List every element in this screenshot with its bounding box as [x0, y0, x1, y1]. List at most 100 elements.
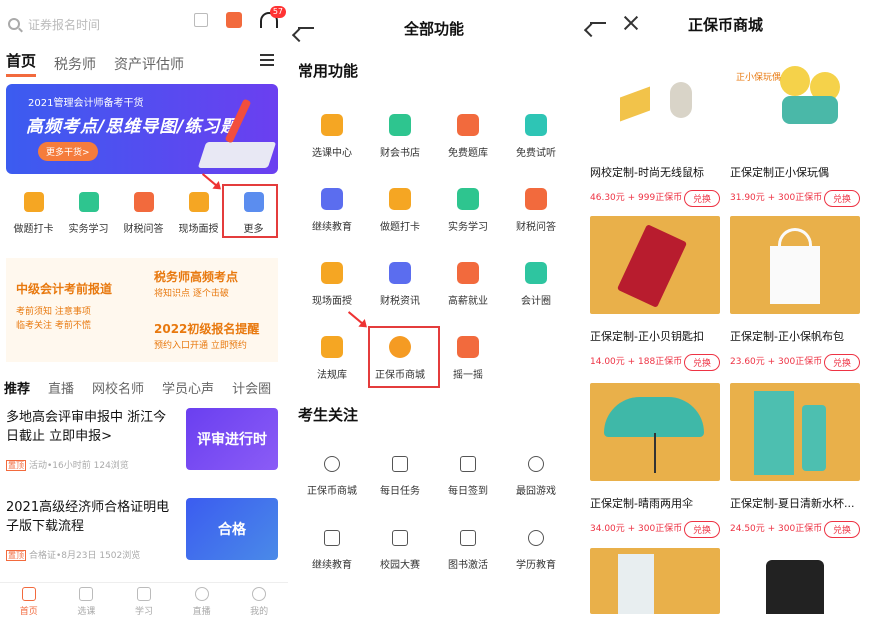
product-card[interactable]: [730, 548, 860, 614]
func-bookstore[interactable]: 财会书店: [366, 104, 434, 178]
nav-live[interactable]: 直播: [178, 583, 226, 620]
nav-home[interactable]: 首页: [5, 583, 53, 620]
product-card[interactable]: 正保定制-正小贝钥匙扣 14.00元 + 188正保币 兑换: [590, 216, 720, 371]
func-jobs[interactable]: 高薪就业: [434, 252, 502, 326]
func-free-trial[interactable]: 免费试听: [502, 104, 570, 178]
quick-item-study[interactable]: 实务学习: [61, 188, 116, 235]
feed-tab-teachers[interactable]: 网校名师: [92, 378, 144, 397]
product-image: 正小保玩偶: [730, 52, 860, 150]
highlight-more: [222, 184, 278, 238]
chat-icon: [133, 192, 154, 212]
product-card[interactable]: 网校定制-时尚无线鼠标 46.30元 + 999正保币 兑换: [590, 52, 720, 207]
mall-screen: 正保币商城 网校定制-时尚无线鼠标 46.30元 + 999正保币 兑换 正小保…: [580, 0, 871, 620]
pointer-arrow-icon: [201, 173, 221, 189]
trophy-icon: [392, 530, 408, 546]
attn-game[interactable]: 最囧游戏: [502, 440, 570, 514]
exchange-button[interactable]: 兑换: [683, 354, 720, 371]
quick-item-practice[interactable]: 做题打卡: [6, 188, 61, 235]
notification-badge: 57: [269, 6, 286, 18]
quick-item-qa[interactable]: 财税问答: [116, 188, 171, 235]
exchange-button[interactable]: 兑换: [823, 354, 860, 371]
attn-continuing-edu[interactable]: 继续教育: [298, 514, 366, 588]
func-continuing-edu[interactable]: 继续教育: [298, 178, 366, 252]
promo-b-sub: 将知识点 逐个击破: [154, 289, 229, 299]
course-icon: [321, 114, 343, 136]
func-news[interactable]: 财税资讯: [366, 252, 434, 326]
banner-cta[interactable]: 更多干货>: [38, 142, 98, 161]
headset-icon[interactable]: 57: [260, 6, 286, 28]
bookstore-icon: [389, 114, 411, 136]
feed-tab-students[interactable]: 学员心声: [162, 378, 214, 397]
func-shake[interactable]: 摇一摇: [434, 326, 502, 400]
attn-daily-task[interactable]: 每日任务: [366, 440, 434, 514]
func-circle[interactable]: 会计圈: [502, 252, 570, 326]
tab-asset[interactable]: 资产评估师: [114, 54, 184, 74]
crown-icon: [188, 192, 209, 212]
search-placeholder: 证券报名时间: [28, 17, 101, 32]
promo-c-sub: 预约入口开通 立即预约: [154, 341, 247, 351]
calendar-icon[interactable]: [226, 12, 242, 28]
product-card[interactable]: 正小保玩偶 正保定制正小保玩偶 31.90元 + 300正保币 兑换: [730, 52, 860, 207]
quick-item-live[interactable]: 现场面授: [171, 188, 226, 235]
medal-icon: [528, 530, 544, 546]
headphone-icon: [525, 114, 547, 136]
attn-coin-mall[interactable]: 正保币商城: [298, 440, 366, 514]
attn-book-activate[interactable]: 图书激活: [434, 514, 502, 588]
news-item[interactable]: 多地高会评审申报中 浙江今日截止 立即申报> 置顶 活动•16小时前 124浏览 …: [6, 408, 280, 478]
banner-title: 高频考点/思维导图/练习题: [26, 117, 239, 137]
exchange-button[interactable]: 兑换: [823, 521, 860, 538]
news-item[interactable]: 2021高级经济师合格证明电子版下载流程 置顶 合格证•8月23日 1502浏览 …: [6, 498, 280, 568]
func-study[interactable]: 实务学习: [434, 178, 502, 252]
exchange-button[interactable]: 兑换: [683, 190, 720, 207]
func-practice[interactable]: 做题打卡: [366, 178, 434, 252]
crown-icon: [321, 262, 343, 284]
home-screen: 证券报名时间 57 首页 税务师 资产评估师 2021管理会计师备考干货 高频考…: [0, 0, 288, 620]
attn-degree-edu[interactable]: 学历教育: [502, 514, 570, 588]
product-card[interactable]: [590, 548, 720, 614]
section-title: 常用功能: [298, 62, 359, 80]
promo-a-title: 中级会计考前报道: [16, 282, 113, 296]
func-qa[interactable]: 财税问答: [502, 178, 570, 252]
promo-grid[interactable]: 中级会计考前报道 考前须知 注意事项 临考关注 考前不慌 税务师高频考点 将知识…: [6, 258, 278, 362]
exchange-button[interactable]: 兑换: [683, 521, 720, 538]
scan-icon[interactable]: [194, 13, 208, 27]
product-name: 正保定制-正小贝钥匙扣: [590, 330, 704, 343]
promo-a-sub1: 考前须知 注意事项: [16, 307, 91, 317]
func-live-class[interactable]: 现场面授: [298, 252, 366, 326]
shake-icon: [457, 336, 479, 358]
product-name: 网校定制-时尚无线鼠标: [590, 166, 704, 179]
menu-icon[interactable]: [260, 54, 274, 66]
nav-study[interactable]: 学习: [120, 583, 168, 620]
promo-banner[interactable]: 2021管理会计师备考干货 高频考点/思维导图/练习题 更多干货>: [6, 84, 278, 174]
news-thumbnail: 合格: [186, 498, 278, 560]
nav-me[interactable]: 我的: [235, 583, 283, 620]
attn-contest[interactable]: 校园大赛: [366, 514, 434, 588]
book-illustration: [197, 142, 277, 168]
promo-b-title: 税务师高频考点: [154, 270, 239, 284]
product-card[interactable]: 正保定制-晴雨两用伞 34.00元 + 300正保币 兑换: [590, 383, 720, 538]
func-course-center[interactable]: 选课中心: [298, 104, 366, 178]
product-image: [590, 548, 720, 614]
product-card[interactable]: 正保定制-夏日清新水杯... 24.50元 + 300正保币 兑换: [730, 383, 860, 538]
edit-icon: [460, 456, 476, 472]
checklist-icon: [23, 192, 44, 212]
feed-tab-circle[interactable]: 计会圈: [232, 378, 271, 397]
news-meta: 置顶 活动•16小时前 124浏览: [6, 460, 129, 471]
attn-check-in[interactable]: 每日签到: [434, 440, 502, 514]
tab-home[interactable]: 首页: [6, 50, 37, 77]
top-icons: 57: [194, 6, 286, 28]
product-image: [730, 383, 860, 481]
news-icon: [389, 262, 411, 284]
tab-tax[interactable]: 税务师: [54, 54, 96, 74]
promo-a-sub2: 临考关注 考前不慌: [16, 321, 91, 331]
nav-courses[interactable]: 选课: [62, 583, 110, 620]
func-question-bank[interactable]: 免费题库: [434, 104, 502, 178]
feed-tab-recommend[interactable]: 推荐: [4, 378, 30, 397]
page-title: 全部功能: [403, 20, 464, 38]
product-card[interactable]: 正保定制-正小保帆布包 23.60元 + 300正保币 兑换: [730, 216, 860, 371]
education-icon: [321, 188, 343, 210]
feed-tab-live[interactable]: 直播: [48, 378, 74, 397]
exchange-button[interactable]: 兑换: [823, 190, 860, 207]
search-bar[interactable]: 证券报名时间: [8, 10, 208, 38]
func-law[interactable]: 法规库: [298, 326, 366, 400]
